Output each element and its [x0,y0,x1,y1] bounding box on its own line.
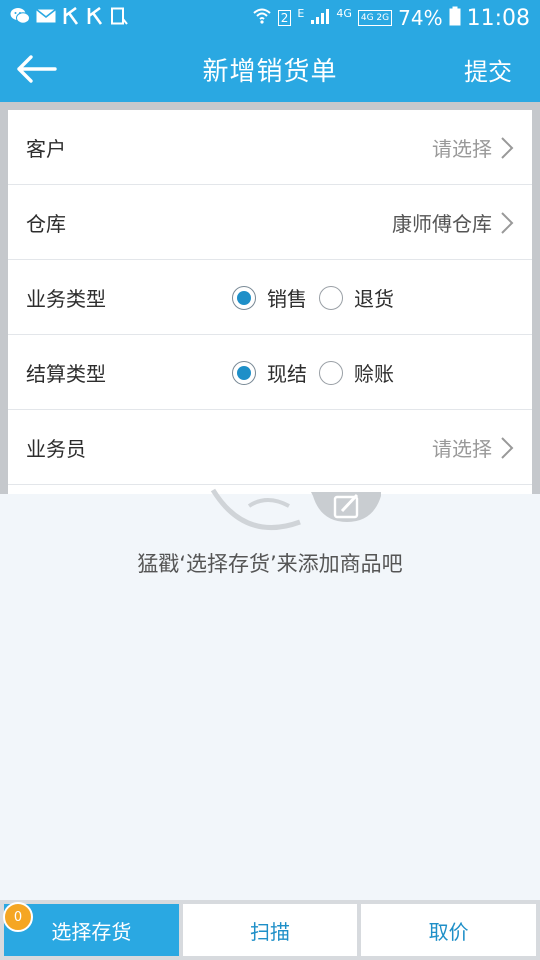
business-type-label: 业务类型 [26,286,106,311]
customer-selector[interactable]: 请选择 [432,110,514,185]
settlement-cash-radio[interactable]: 现结 [232,358,307,387]
bottom-action-bar: 0 选择存货 扫描 取价 [0,900,540,960]
scan-label: 扫描 [250,919,290,944]
sim-badge: 2 [277,10,292,26]
form-card-container: 客户 请选择 仓库 康师傅仓库 业务类型 销售 退货 结算类型 现结 赊账 业务… [0,102,540,494]
business-type-row: 业务类型 销售 退货 [8,260,532,335]
mail-icon [36,8,56,27]
k-app-icon [86,6,104,29]
back-button[interactable] [12,48,60,90]
scan-button[interactable]: 扫描 [182,904,358,956]
customer-value: 请选择 [432,137,492,161]
signal-icon [310,7,330,29]
radio-label: 现结 [267,362,307,386]
k-app-icon [62,6,80,29]
warehouse-selector[interactable]: 康师傅仓库 [392,185,514,260]
chevron-right-icon [501,211,514,234]
app-bar: 新增销货单 提交 [0,36,540,102]
wifi-icon [252,7,272,29]
order-form: 客户 请选择 仓库 康师傅仓库 业务类型 销售 退货 结算类型 现结 赊账 业务… [8,110,532,494]
arrow-left-icon [17,55,57,83]
radio-label: 退货 [354,287,394,311]
network-e-label: E [297,6,305,20]
business-type-return-radio[interactable]: 退货 [319,283,394,312]
radio-unselected-icon [319,360,343,385]
radio-label: 销售 [267,287,307,311]
page-title: 新增销货单 [202,56,338,87]
settlement-type-radio-group: 现结 赊账 [232,335,406,410]
business-type-sale-radio[interactable]: 销售 [232,283,307,312]
salesperson-value: 请选择 [432,437,492,461]
customer-label: 客户 [26,136,66,161]
status-right-icons: 2 E 4G 4G 2G 74% 11:08 [252,6,530,31]
select-stock-button[interactable]: 0 选择存货 [3,902,179,956]
salesperson-label: 业务员 [26,436,86,461]
get-price-button[interactable]: 取价 [361,904,537,956]
warehouse-label: 仓库 [26,211,66,236]
status-left-icons [10,6,128,29]
warehouse-value: 康师傅仓库 [392,212,492,236]
submit-button[interactable]: 提交 [464,36,512,102]
chevron-right-icon [501,136,514,159]
radio-label: 赊账 [354,362,394,386]
salesperson-selector[interactable]: 请选择 [432,410,514,485]
select-stock-label: 选择存货 [51,919,132,944]
battery-icon [449,6,461,30]
customer-row[interactable]: 客户 请选择 [8,110,532,185]
business-type-radio-group: 销售 退货 [232,260,406,335]
settlement-type-row: 结算类型 现结 赊账 [8,335,532,410]
radio-unselected-icon [319,285,343,310]
cart-count-badge: 0 [3,902,33,932]
warehouse-row[interactable]: 仓库 康师傅仓库 [8,185,532,260]
dual-network-badge: 4G 2G [357,10,393,26]
empty-cart-illustration [210,488,381,531]
radio-selected-icon [232,360,256,385]
settlement-credit-radio[interactable]: 赊账 [319,358,394,387]
get-price-label: 取价 [428,919,469,944]
phone-outline-icon [110,7,128,29]
wechat-icon [10,7,30,29]
empty-state-hint: 猛戳‘选择存货’来添加商品吧 [137,552,403,576]
status-bar: 2 E 4G 4G 2G 74% 11:08 [0,0,540,36]
battery-percentage: 74% [398,6,443,30]
radio-selected-icon [232,285,256,310]
network-type-label: 4G [336,6,352,20]
chevron-right-icon [501,436,514,459]
clock-time: 11:08 [466,5,530,31]
settlement-type-label: 结算类型 [26,361,106,386]
